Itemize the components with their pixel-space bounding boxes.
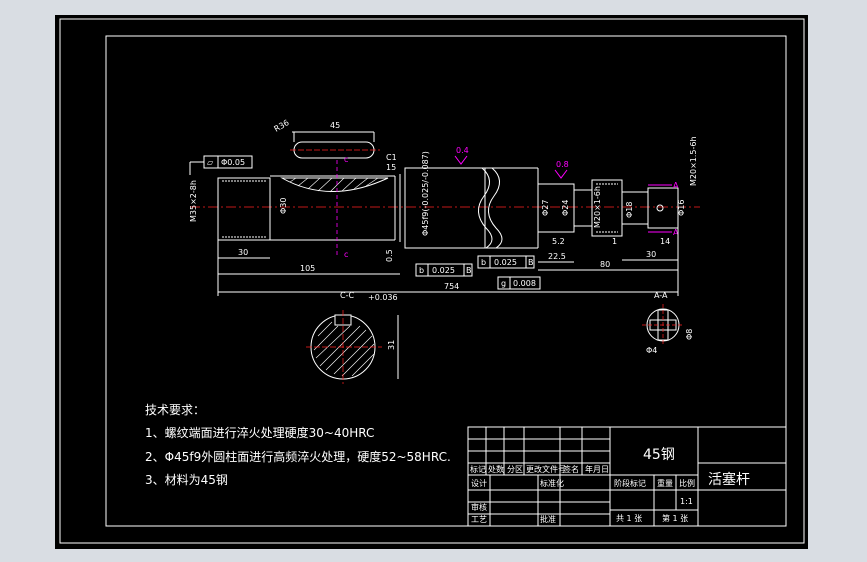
dim-80: 80 <box>600 260 610 269</box>
tech-req-item-2: 2、Φ45f9外圆柱面进行高频淬火处理，硬度52~58HRC. <box>145 449 451 464</box>
dim-30-right: 30 <box>646 250 656 259</box>
tol-b2-symbol: b <box>481 258 486 267</box>
roughness-value-1: 0.4 <box>456 146 469 155</box>
svg-text:A: A <box>673 181 679 190</box>
tech-req-title: 技术要求： <box>145 403 205 417</box>
tb-sheet-no: 第 1 张 <box>662 513 688 523</box>
tb-total-sheets: 共 1 张 <box>616 514 642 523</box>
tb-ratio: 比例 <box>679 478 695 488</box>
dim-225: 22.5 <box>548 252 566 261</box>
tol-b1-symbol: b <box>419 266 424 275</box>
tol-circ-symbol: g <box>501 279 506 288</box>
section-cc-tol: +0.036 <box>368 293 398 302</box>
tol-b1-value: 0.025 <box>432 266 455 275</box>
tech-req-item-1: 1、螺纹端面进行淬火处理硬度30~40HRC <box>145 425 374 440</box>
svg-text:⏥: ⏥ <box>207 158 214 167</box>
dim-thread-mid: M20×1-6h <box>593 186 602 228</box>
tb-standardize: 标准化 <box>540 478 564 488</box>
dim-30-left: 30 <box>238 248 248 257</box>
dim-chamfer: C1 <box>386 153 397 162</box>
tb-approve: 批准 <box>540 514 556 524</box>
dim-52: 5.2 <box>552 237 565 246</box>
dim-thread-left: M35×2-8h <box>189 180 198 222</box>
cut-mark-top: c <box>344 155 348 164</box>
tb-design: 设计 <box>471 478 487 488</box>
section-cc-dim: 31 <box>387 340 396 350</box>
dim-shaft-dia: Φ30 <box>279 198 288 214</box>
dim-14: 14 <box>660 237 670 246</box>
tb-ratio-value: 1:1 <box>680 497 693 506</box>
cad-drawing-viewport: 45 R36 c c ⏥ Φ0.05 M35×2-8h Φ30 C1 15 0.… <box>0 0 867 562</box>
cad-drawing-canvas: 45 R36 c c ⏥ Φ0.05 M35×2-8h Φ30 C1 15 0.… <box>55 15 808 549</box>
dim-16: Φ16 <box>677 200 686 216</box>
tb-header-sign: 签名 <box>563 464 579 474</box>
tol-flat-value: Φ0.05 <box>221 158 245 167</box>
tb-header-zone: 分区 <box>507 465 523 474</box>
section-aa-label: A-A <box>654 291 668 300</box>
tb-review: 审核 <box>471 502 487 512</box>
tb-stage-mark: 阶段标记 <box>614 478 646 488</box>
dim-754: 754 <box>444 282 459 291</box>
tol-circ-value: 0.008 <box>513 279 536 288</box>
dim-18: Φ18 <box>625 202 634 218</box>
tb-header-mark: 标记 <box>470 464 486 474</box>
tb-header-change: 更改文件号 <box>526 464 566 474</box>
section-aa-dim1: Φ4 <box>646 346 657 355</box>
tb-process: 工艺 <box>471 515 487 524</box>
tol-b2-ref: B <box>528 258 534 267</box>
dim-1: 1 <box>612 237 617 246</box>
dim-thread-right: M20×1.5-6h <box>689 136 698 186</box>
drawing-background <box>55 15 808 549</box>
tb-header-date: 年月日 <box>585 464 609 474</box>
tol-b2-value: 0.025 <box>494 258 517 267</box>
cut-mark-bottom: c <box>344 250 348 259</box>
tb-material: 45钢 <box>643 447 675 463</box>
dim-keyway-length: 45 <box>330 121 340 130</box>
dim-105: 105 <box>300 264 315 273</box>
section-aa-dim2: Φ8 <box>685 329 694 340</box>
dim-15: 15 <box>386 163 396 172</box>
tb-part-name: 活塞杆 <box>708 471 750 488</box>
dim-major-dia: Φ45f9(-0.025/-0.087) <box>421 151 430 236</box>
dim-27: Φ27 <box>541 200 550 216</box>
tech-req-item-3: 3、材料为45钢 <box>145 473 228 487</box>
roughness-value-2: 0.8 <box>556 160 569 169</box>
dim-24: Φ24 <box>561 200 570 216</box>
tb-weight: 重量 <box>657 478 673 488</box>
tol-b1-ref: B <box>466 266 472 275</box>
dim-05: 0.5 <box>385 249 394 262</box>
section-cc-label: C-C <box>340 291 354 300</box>
tb-header-count: 处数 <box>488 464 504 474</box>
